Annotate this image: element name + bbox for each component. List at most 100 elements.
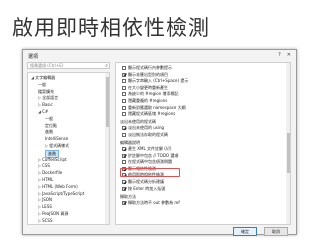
search-input[interactable]: 搜尋選項 (Ctrl+E) ⌕	[27, 62, 110, 69]
tree-item[interactable]: ▷程式碼樣式	[45, 143, 69, 149]
option-label: 產生 XML 文件註解 (///)	[128, 146, 172, 151]
checkbox-icon[interactable]	[122, 160, 126, 165]
option-checkbox[interactable]: 按 Enter 時加入括號	[122, 186, 165, 192]
tree-item[interactable]: 進階	[45, 129, 53, 135]
tree-item-label: 進階	[45, 129, 53, 135]
options-tree[interactable]: ◢文字編輯器 一般 檔案擴充 ▷全部語言 ▷Basic ◢C# 一般 定位點 進階 Intelli…	[27, 72, 110, 225]
tree-item[interactable]: ▷SCSS	[38, 218, 53, 224]
option-label: 隱藏重複的 #regions	[128, 98, 168, 103]
tree-item[interactable]: IntelliSense	[45, 136, 68, 142]
option-checkbox[interactable]: 隱藏重複的 #regions	[122, 98, 167, 104]
chevron-right-icon[interactable]: ▷	[38, 211, 41, 216]
chevron-down-icon[interactable]: ◢	[31, 75, 34, 80]
panel-scrollbar[interactable]	[286, 63, 290, 224]
option-checkbox[interactable]: 為缺少的 #region 增添標記	[122, 91, 179, 97]
option-label: 按 Enter 時加入括號	[128, 185, 166, 191]
checkbox-icon[interactable]	[122, 147, 126, 151]
checkbox-icon[interactable]	[122, 72, 126, 77]
checkbox-icon[interactable]	[122, 85, 126, 90]
chevron-right-icon[interactable]: ▷	[38, 197, 41, 202]
option-checkbox[interactable]: 顯示程式碼行內參數提示	[122, 65, 172, 71]
help-button[interactable]: ?	[278, 52, 281, 58]
tree-item[interactable]: ▷全部語言	[38, 95, 58, 101]
tree-scroll-thumb[interactable]	[105, 77, 109, 127]
tree-item[interactable]: ▷PeaJSON 資源	[38, 211, 68, 217]
option-checkbox[interactable]: 產生 XML 文件註解 (///)	[122, 146, 171, 152]
option-label: 顯示程式碼分析建議	[128, 179, 164, 184]
checkbox-icon[interactable]	[122, 99, 126, 103]
search-icon: ⌕	[105, 63, 108, 69]
checkbox-icon[interactable]	[122, 79, 126, 84]
ok-button[interactable]: 確定	[233, 227, 257, 236]
tree-item-label: PeaJSON 資源	[42, 211, 69, 216]
tree-item[interactable]: ◢C#	[38, 109, 48, 115]
tree-item-label: JSON	[42, 197, 52, 203]
search-placeholder: 搜尋選項 (Ctrl+E)	[30, 63, 64, 68]
option-checkbox[interactable]: 在程式碼中包含偵測問題	[122, 159, 172, 165]
chevron-right-icon[interactable]: ▷	[38, 170, 41, 175]
checkbox-icon[interactable]	[122, 153, 126, 158]
tree-item[interactable]: ▷HTML (Web Form)	[38, 184, 78, 190]
option-checkbox[interactable]: 顯示非匯出型別的項目	[122, 72, 168, 78]
options-dialog: 選項 ? ✕ 搜尋選項 (Ctrl+E) ⌕ ◢文字編輯器 一般 檔案擴充 ▷全部語言…	[22, 49, 297, 236]
checkbox-icon[interactable]	[122, 105, 126, 110]
checkbox-icon[interactable]	[122, 186, 126, 191]
tree-item[interactable]: ▷Dockerfile	[38, 170, 62, 176]
tree-item[interactable]: 一般	[38, 82, 46, 88]
tree-item[interactable]: ▷LESS	[38, 204, 52, 210]
option-checkbox[interactable]: 擷取方法時不 out 參數為 ref	[122, 200, 180, 206]
tree-item[interactable]: 定位點	[45, 123, 57, 129]
chevron-right-icon[interactable]: ▷	[38, 204, 41, 209]
chevron-right-icon[interactable]: ▷	[38, 102, 41, 107]
option-checkbox[interactable]: 顯示字串輸入 (Ctrl+Space) 提示	[122, 78, 188, 84]
tree-item[interactable]: ◢文字編輯器	[31, 75, 55, 81]
tree-item[interactable]: 檔案擴充	[38, 89, 54, 95]
option-label: 為缺少的 #region 增添標記	[128, 91, 179, 97]
tree-item[interactable]: ▷HTML	[38, 177, 53, 183]
chevron-down-icon[interactable]: ◢	[38, 109, 41, 114]
option-label: 在大小變更時重新產生	[128, 84, 168, 90]
option-checkbox[interactable]: 於註解中包含 // TODO 選項	[122, 153, 178, 159]
option-checkbox[interactable]: 重新對應選取 namespace 大綱	[122, 105, 186, 111]
checkbox-icon[interactable]	[122, 132, 126, 137]
tree-item-label: 程式碼樣式	[49, 143, 70, 148]
option-label: 顯示字串輸入 (Ctrl+Space) 提示	[128, 78, 189, 84]
tree-item[interactable]: ▷Basic	[38, 102, 53, 108]
chevron-right-icon[interactable]: ▷	[38, 163, 41, 168]
chevron-right-icon[interactable]: ▷	[38, 157, 41, 162]
tree-item[interactable]: ▷JSON	[38, 197, 52, 203]
tree-item[interactable]: 一般	[45, 116, 53, 122]
chevron-right-icon[interactable]: ▷	[38, 184, 41, 189]
tree-item-label: 文字編輯器	[35, 75, 56, 80]
cancel-button[interactable]: 取消	[264, 227, 288, 236]
tree-item[interactable]: ▷JavaScript/TypeScript	[38, 191, 84, 197]
checkbox-icon[interactable]	[122, 92, 126, 97]
option-label: 於註解中包含 // TODO 選項	[128, 152, 179, 158]
tree-scrollbar[interactable]	[105, 73, 109, 224]
chevron-right-icon[interactable]: ▷	[38, 191, 41, 196]
option-checkbox[interactable]: 隱藏程式碼區塊 #regions	[122, 111, 175, 117]
tree-item[interactable]: ▷CoffeeScript	[38, 157, 67, 163]
checkbox-icon[interactable]	[122, 126, 126, 131]
option-checkbox[interactable]: 淡出未使用的 using	[122, 125, 164, 131]
chevron-right-icon[interactable]: ▷	[38, 177, 41, 182]
checkbox-icon[interactable]	[122, 112, 126, 117]
tree-item[interactable]: ▷CSS	[38, 163, 50, 169]
panel-scroll-thumb[interactable]	[286, 133, 290, 173]
tree-item-label: 一般	[38, 81, 46, 87]
chevron-right-icon[interactable]: ▷	[45, 143, 48, 148]
option-checkbox[interactable]: 顯示程式碼分析建議	[122, 179, 164, 185]
tree-item-label: SCSS	[42, 217, 53, 223]
option-checkbox[interactable]: 淡出無法存取的程式碼	[122, 132, 168, 138]
checkbox-icon[interactable]	[122, 200, 126, 205]
checkbox-icon[interactable]	[122, 66, 126, 70]
option-label: 淡出無法存取的程式碼	[128, 131, 168, 137]
close-button[interactable]: ✕	[287, 52, 291, 58]
tree-item-label: HTML	[42, 177, 54, 182]
tree-item-label: 定位點	[45, 122, 57, 128]
chevron-right-icon[interactable]: ▷	[38, 218, 41, 223]
tree-item-label: IntelliSense	[45, 136, 69, 142]
checkbox-icon[interactable]	[122, 180, 126, 184]
option-checkbox[interactable]: 在大小變更時重新產生	[122, 85, 168, 91]
chevron-right-icon[interactable]: ▷	[38, 95, 41, 100]
